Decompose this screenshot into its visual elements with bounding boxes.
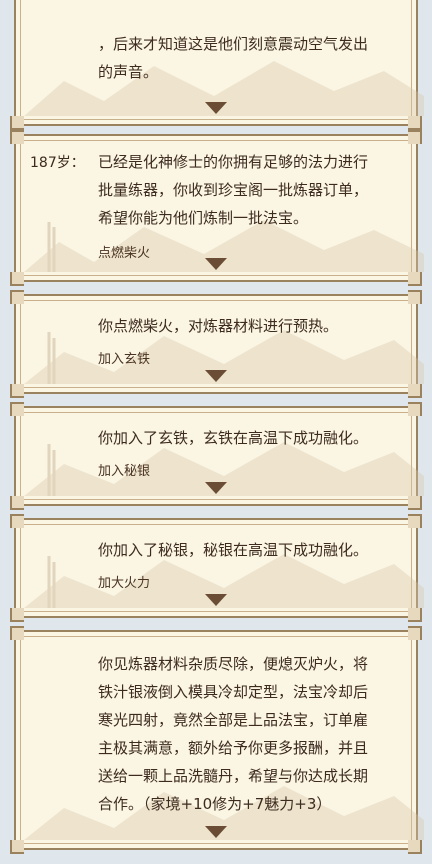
corner-ornament (10, 116, 24, 130)
corner-ornament (408, 514, 422, 528)
corner-ornament (408, 626, 422, 640)
corner-ornament (408, 608, 422, 622)
event-card: 187岁： 已经是化神修士的你拥有足够的法力进行 批量练器，你收到珍宝阁一批炼器… (10, 130, 424, 286)
corner-ornament (408, 384, 422, 398)
corner-ornament (408, 290, 422, 304)
expand-arrow-icon[interactable] (205, 102, 227, 114)
event-choice[interactable]: 加入玄铁 (98, 348, 150, 367)
event-card: 你加入了玄铁，玄铁在高温下成功融化。 加入秘银 (10, 402, 424, 510)
event-text: ，后来才知道这是他们刻意震动空气发出 的声音。 (98, 35, 369, 81)
corner-ornament (10, 384, 24, 398)
corner-ornament (408, 840, 422, 854)
event-age: 187岁： (30, 155, 85, 171)
corner-ornament (10, 402, 24, 416)
expand-arrow-icon[interactable] (205, 594, 227, 606)
expand-arrow-icon[interactable] (205, 826, 227, 838)
expand-arrow-icon[interactable] (205, 482, 227, 494)
event-card: 你加入了秘银，秘银在高温下成功融化。 加大火力 (10, 514, 424, 622)
event-text: 你加入了秘银，秘银在高温下成功融化。 (98, 541, 369, 559)
corner-ornament (10, 290, 24, 304)
event-card: 你点燃柴火，对炼器材料进行预热。 加入玄铁 (10, 290, 424, 398)
corner-ornament (10, 840, 24, 854)
corner-ornament (408, 272, 422, 286)
event-text: 你见炼器材料杂质尽除，便熄灭炉火，将 铁汁银液倒入模具冷却定型，法宝冷却后 寒光… (98, 655, 369, 813)
corner-ornament (408, 130, 422, 144)
corner-ornament (10, 496, 24, 510)
corner-ornament (408, 402, 422, 416)
corner-ornament (10, 608, 24, 622)
corner-ornament (10, 514, 24, 528)
corner-ornament (408, 496, 422, 510)
corner-ornament (10, 130, 24, 144)
corner-ornament (408, 116, 422, 130)
event-choice[interactable]: 点燃柴火 (98, 242, 150, 261)
event-choice[interactable]: 加大火力 (98, 572, 150, 591)
event-text: 已经是化神修士的你拥有足够的法力进行 批量练器，你收到珍宝阁一批炼器订单， 希望… (98, 153, 369, 227)
event-text: 你加入了玄铁，玄铁在高温下成功融化。 (98, 429, 369, 447)
event-choice[interactable]: 加入秘银 (98, 460, 150, 479)
expand-arrow-icon[interactable] (205, 370, 227, 382)
corner-ornament (10, 272, 24, 286)
event-card: 你见炼器材料杂质尽除，便熄灭炉火，将 铁汁银液倒入模具冷却定型，法宝冷却后 寒光… (10, 626, 424, 854)
event-feed: ，后来才知道这是他们刻意震动空气发出 的声音。 187岁： 已经是化神修士的你拥… (0, 0, 432, 864)
event-card: ，后来才知道这是他们刻意震动空气发出 的声音。 (10, 0, 424, 130)
event-text: 你点燃柴火，对炼器材料进行预热。 (98, 317, 339, 335)
corner-ornament (10, 626, 24, 640)
expand-arrow-icon[interactable] (205, 258, 227, 270)
